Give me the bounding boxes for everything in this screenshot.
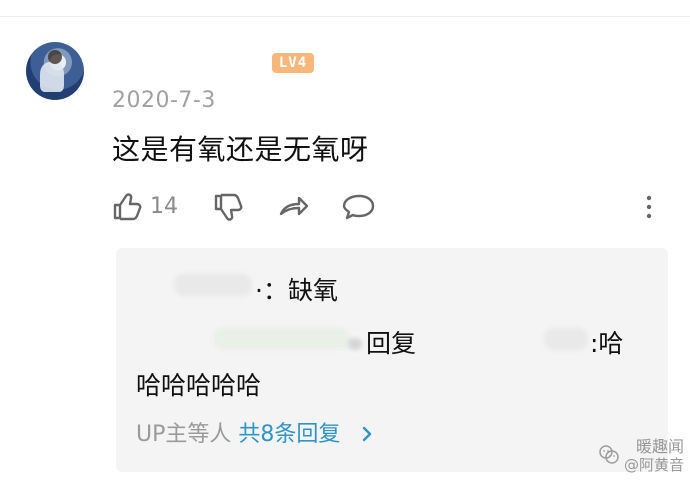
watermark: 暖趣闻 @阿黄音 [598,438,684,478]
comment-actions: 14 [108,188,668,226]
reply-summary-prefix: UP主等人 [136,422,239,447]
chevron-right-icon[interactable] [358,425,376,443]
dislike-button[interactable] [209,188,247,226]
watermark-bottom: @阿黄音 [623,456,684,474]
blurred-name [174,274,252,296]
blurred-name-2 [214,328,350,350]
top-divider [0,16,690,17]
avatar[interactable] [26,42,84,100]
comment-icon [342,194,375,220]
share-icon [279,196,309,216]
share-button[interactable] [274,188,312,226]
more-button[interactable] [630,188,668,226]
avatar-head-icon [48,50,62,64]
watermark-top: 暖趣闻 [635,437,684,456]
comment-text: 这是有氧还是无氧呀 [112,133,369,166]
comment-date: 2020-7-3 [112,88,216,113]
blurred-name-3 [544,328,588,350]
level-badge: LV4 [272,53,314,73]
like-button[interactable] [108,188,146,226]
thumbs-up-icon [113,193,142,221]
wechat-icon [599,445,619,464]
reply-line-1: ·：缺氧 [255,276,338,305]
more-icon [646,195,652,219]
thumbs-down-icon [214,193,243,221]
reply-count-link[interactable]: 共8条回复 [238,422,340,447]
reply-summary[interactable]: UP主等人 共8条回复 [136,421,340,449]
avatar-figure-icon [40,62,64,92]
blurred-mark [348,338,362,350]
like-count: 14 [150,194,178,219]
comment-button[interactable] [340,188,378,226]
reply-line-2-suffix: :哈 [590,329,624,358]
reply-line-2: 回复 [366,329,417,358]
reply-line-3: 哈哈哈哈哈 [136,371,262,400]
reply-box[interactable]: ·：缺氧 回复 :哈 哈哈哈哈哈 UP主等人 共8条回复 [116,248,668,472]
